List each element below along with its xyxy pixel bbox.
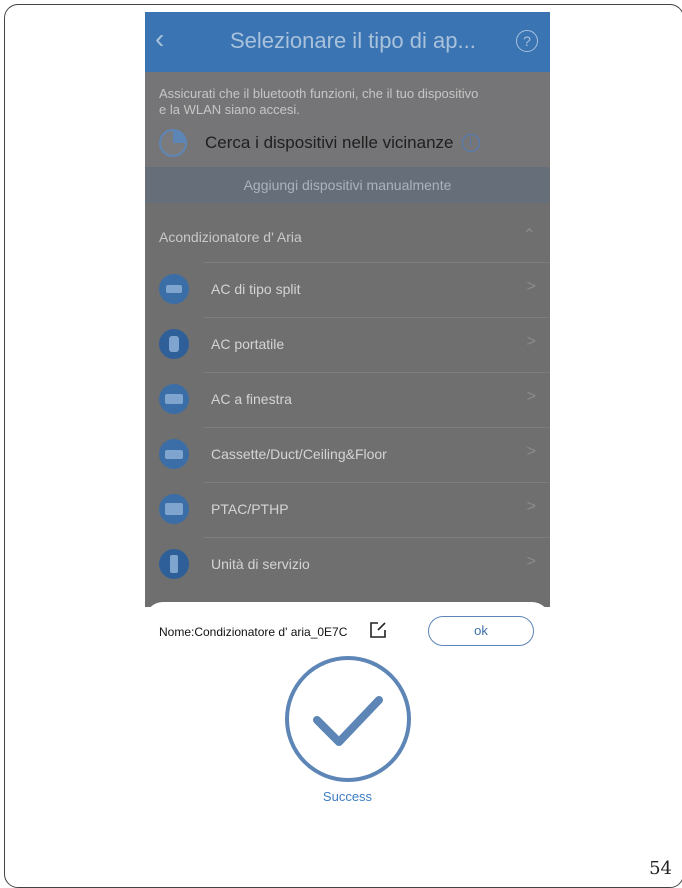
divider — [203, 317, 550, 318]
success-label: Success — [322, 789, 373, 804]
window-ac-icon — [159, 384, 189, 414]
device-name-label: Nome:Condizionatore d' aria_0E7C — [159, 625, 348, 639]
list-item-service-unit[interactable]: Unità di servizio > — [145, 537, 550, 592]
search-nearby-label[interactable]: Cerca i dispositivi nelle vicinanze — [205, 133, 454, 153]
manual-add-button[interactable]: Aggiungi dispositivi manualmente — [145, 167, 550, 203]
divider — [203, 427, 550, 428]
divider — [203, 537, 550, 538]
list-item-label: PTAC/PTHP — [211, 501, 289, 517]
list-item-ptac[interactable]: PTAC/PTHP > — [145, 482, 550, 537]
cassette-ac-icon — [159, 439, 189, 469]
list-item-split-ac[interactable]: AC di tipo split > — [145, 262, 550, 317]
list-item-label: AC portatile — [211, 336, 285, 352]
info-icon[interactable]: i — [461, 134, 480, 152]
chevron-right-icon: > — [526, 278, 536, 295]
section-header[interactable]: Acondizionatore d' Aria ⌃ — [145, 212, 550, 262]
split-ac-icon — [159, 274, 189, 304]
ptac-icon — [159, 494, 189, 524]
chevron-right-icon: > — [526, 333, 536, 350]
page-number: 54 — [649, 858, 672, 879]
success-sheet: Nome:Condizionatore d' aria_0E7C ok Succ… — [145, 602, 550, 872]
radar-icon — [159, 129, 187, 157]
chevron-right-icon: > — [526, 498, 536, 515]
divider — [203, 262, 550, 263]
chevron-right-icon: > — [526, 553, 536, 570]
service-unit-icon — [159, 549, 189, 579]
list-item-cassette-ac[interactable]: Cassette/Duct/Ceiling&Floor > — [145, 427, 550, 482]
list-item-label: Unità di servizio — [211, 556, 310, 572]
chevron-left-icon[interactable]: ‹ — [155, 24, 164, 54]
list-item-label: AC di tipo split — [211, 281, 301, 297]
list-item-portable-ac[interactable]: AC portatile > — [145, 317, 550, 372]
checkmark-circle-icon — [285, 656, 411, 782]
section-title: Acondizionatore d' Aria — [159, 229, 302, 245]
app-header: ‹ Selezionare il tipo di ap... ? — [145, 12, 550, 72]
hint-text: Assicurati che il bluetooth funzioni, ch… — [159, 86, 479, 117]
edit-icon[interactable] — [369, 621, 387, 639]
portable-ac-icon — [159, 329, 189, 359]
question-circle-icon[interactable]: ? — [516, 30, 538, 52]
chevron-right-icon: > — [526, 388, 536, 405]
list-item-label: AC a finestra — [211, 391, 292, 407]
dimmed-content: Assicurati che il bluetooth funzioni, ch… — [145, 72, 550, 607]
hint-box: Assicurati che il bluetooth funzioni, ch… — [145, 72, 550, 167]
divider — [203, 372, 550, 373]
search-nearby-row[interactable]: Cerca i dispositivi nelle vicinanze i — [159, 129, 480, 157]
page-title: Selezionare il tipo di ap... — [230, 28, 476, 53]
device-list: AC di tipo split > AC portatile > AC a f… — [145, 262, 550, 592]
list-item-label: Cassette/Duct/Ceiling&Floor — [211, 446, 387, 462]
divider — [203, 482, 550, 483]
ok-button[interactable]: ok — [428, 616, 534, 646]
phone-screen: ‹ Selezionare il tipo di ap... ? Assicur… — [145, 12, 550, 872]
chevron-right-icon: > — [526, 443, 536, 460]
chevron-up-icon[interactable]: ⌃ — [523, 225, 536, 245]
list-item-window-ac[interactable]: AC a finestra > — [145, 372, 550, 427]
